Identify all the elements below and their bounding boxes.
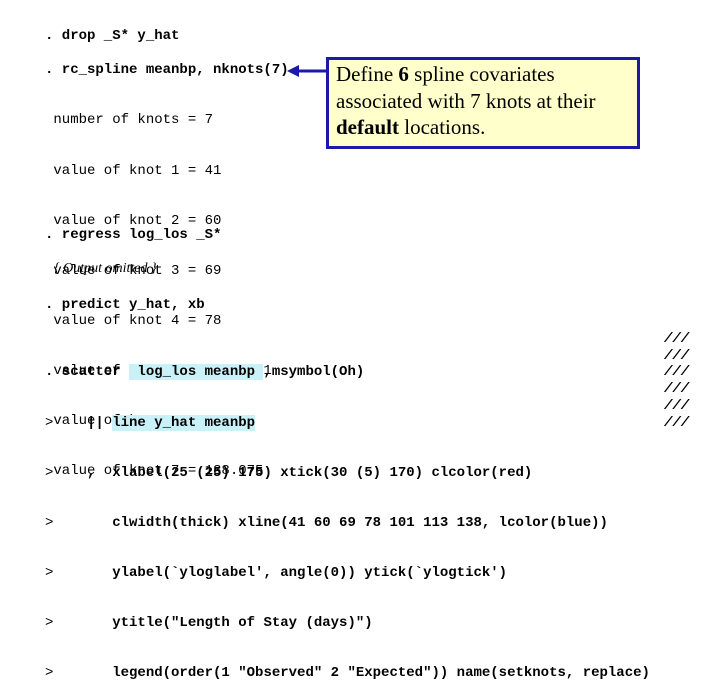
continuation-prompt: > xyxy=(45,664,54,681)
annotation-callout: Define 6 spline covariates associated wi… xyxy=(326,57,640,149)
continuation-marker: /// xyxy=(664,364,690,381)
continuation-marker: /// xyxy=(664,331,690,347)
scatter-command-block: . scatter log_los meanbp ,msymbol(Oh) > … xyxy=(45,331,650,698)
continuation-marker: /// xyxy=(664,381,690,398)
regress-command: . regress log_los _S* xyxy=(45,227,222,243)
scatter-line-2: > || line y_hat meanbp xyxy=(45,414,256,431)
scatter-line-7: > legend(order(1 "Observed" 2 "Expected"… xyxy=(45,664,650,681)
continuation-marker: /// xyxy=(664,414,690,431)
output-line-knot-4: value of knot 4 = 78 xyxy=(45,312,222,329)
callout-bold-default: default xyxy=(336,115,399,139)
highlight-log-los-meanbp: log_los meanbp xyxy=(129,364,264,381)
scatter-line-5: > ylabel(`yloglabel', angle(0)) ytick(`y… xyxy=(45,564,508,581)
continuation-prompt: > xyxy=(45,564,54,581)
callout-bold-count: 6 xyxy=(398,62,409,86)
scatter-line-3: > , xlabel(25 (25) 175) xtick(30 (5) 170… xyxy=(45,464,533,481)
callout-text: Define 6 spline covariates associated wi… xyxy=(336,62,596,139)
scatter-line-4: > clwidth(thick) xline(41 60 69 78 101 1… xyxy=(45,514,608,531)
rc-spline-command: . rc_spline meanbp, nknots(7) xyxy=(45,62,289,78)
output-omitted-note: { Output omitted } xyxy=(54,261,157,276)
continuation-prompt: > xyxy=(45,614,54,631)
highlight-line-y-hat: line y_hat meanbp xyxy=(112,414,256,431)
drop-command: . drop _S* y_hat xyxy=(45,28,180,44)
output-line-knot-1: value of knot 1 = 41 xyxy=(45,162,222,179)
output-line-knots-count: number of knots = 7 xyxy=(45,112,214,129)
scatter-line-1: . scatter log_los meanbp ,msymbol(Oh) xyxy=(45,364,365,381)
scatter-line-6: > ytitle("Length of Stay (days)") xyxy=(45,614,373,631)
continuation-marker: /// xyxy=(664,397,690,414)
arrow-left-icon xyxy=(287,65,329,77)
predict-command: . predict y_hat, xb xyxy=(45,297,205,313)
continuation-marker: /// xyxy=(664,347,690,364)
